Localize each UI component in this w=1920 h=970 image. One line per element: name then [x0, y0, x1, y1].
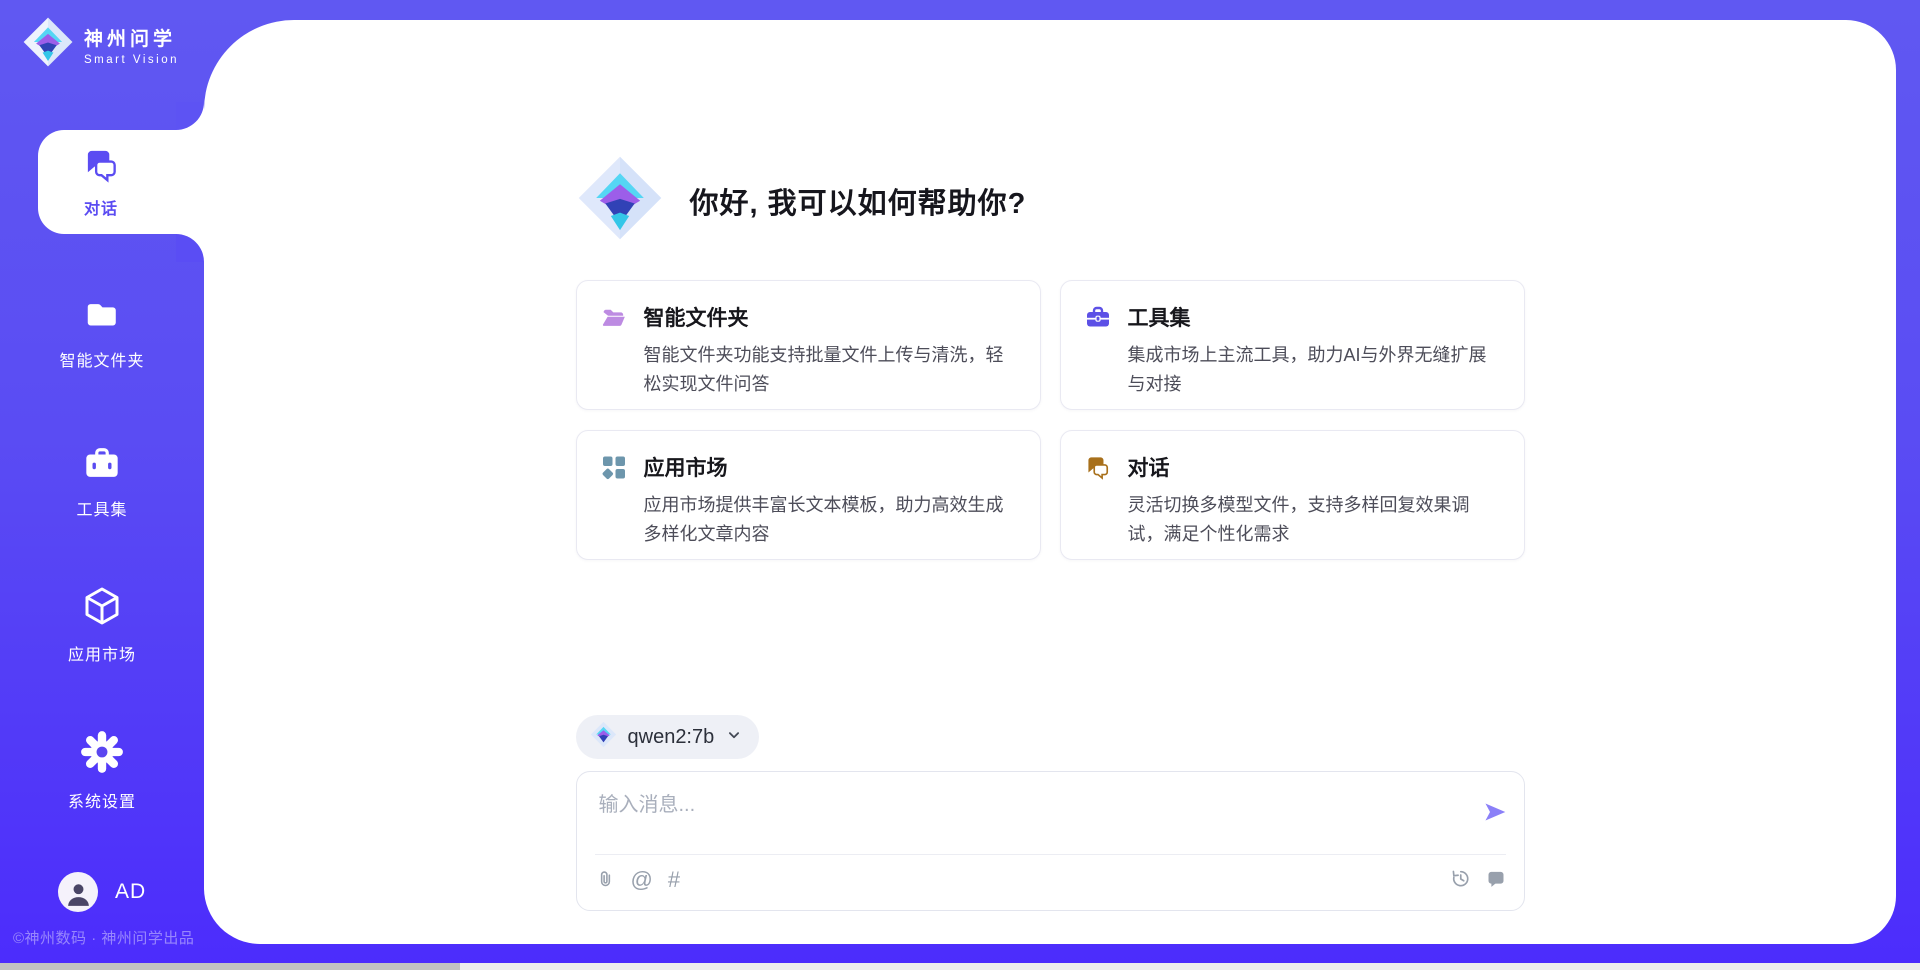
history-icon: [1450, 868, 1471, 892]
cube-icon: [80, 584, 124, 633]
active-tab-fillet-top: [176, 102, 204, 130]
model-name: qwen2:7b: [628, 726, 715, 749]
comment-icon: [1486, 869, 1506, 892]
chat-icon: [1085, 454, 1111, 559]
sidebar: 神州问学 Smart Vision 对话 智能文件夹: [0, 0, 204, 970]
model-selector[interactable]: qwen2:7b: [576, 715, 760, 759]
user-name: AD: [115, 880, 146, 904]
at-icon: @: [631, 867, 653, 892]
sidebar-item-app-market[interactable]: 应用市场: [0, 584, 204, 665]
card-title: 工具集: [1128, 302, 1504, 332]
card-smart-folder[interactable]: 智能文件夹 智能文件夹功能支持批量文件上传与清洗，轻松实现文件问答: [576, 280, 1041, 410]
briefcase-icon: [1085, 304, 1111, 409]
sidebar-item-settings[interactable]: 系统设置: [0, 729, 204, 812]
brand-diamond-icon: [22, 16, 74, 73]
person-icon: [65, 880, 92, 912]
user-profile[interactable]: AD: [58, 872, 146, 912]
card-title: 对话: [1128, 452, 1504, 482]
attach-button[interactable]: [595, 868, 616, 892]
gear-icon: [79, 729, 125, 780]
avatar: [58, 872, 98, 912]
sidebar-item-label: 工具集: [76, 496, 127, 520]
topic-button[interactable]: #: [668, 869, 680, 891]
grid-icon: [601, 454, 627, 559]
sidebar-item-chat[interactable]: 对话: [38, 130, 204, 234]
send-button[interactable]: [1482, 799, 1508, 828]
mention-button[interactable]: @: [631, 869, 653, 891]
card-chat[interactable]: 对话 灵活切换多模型文件，支持多样回复效果调试，满足个性化需求: [1060, 430, 1525, 560]
chat-icon: [83, 146, 120, 188]
chevron-down-icon: [725, 726, 743, 749]
folder-icon: [83, 296, 121, 339]
sidebar-item-label: 应用市场: [68, 641, 136, 665]
brand-name: 神州问学: [84, 24, 179, 51]
hash-icon: #: [668, 867, 680, 892]
sidebar-item-smart-folder[interactable]: 智能文件夹: [0, 296, 204, 371]
briefcase-icon: [82, 445, 122, 488]
model-diamond-icon: [590, 721, 617, 753]
feature-cards: 智能文件夹 智能文件夹功能支持批量文件上传与清洗，轻松实现文件问答 工具集 集成…: [576, 280, 1525, 560]
message-composer: @ #: [576, 771, 1525, 911]
folder-open-icon: [601, 304, 627, 409]
sidebar-item-label: 系统设置: [68, 788, 136, 812]
card-description: 集成市场上主流工具，助力AI与外界无缝扩展与对接: [1128, 341, 1504, 399]
card-title: 应用市场: [644, 452, 1020, 482]
card-title: 智能文件夹: [644, 302, 1020, 332]
sidebar-item-label: 对话: [84, 195, 118, 219]
card-description: 应用市场提供丰富长文本模板，助力高效生成多样化文章内容: [644, 491, 1020, 549]
feedback-button[interactable]: [1486, 869, 1506, 892]
brand-subtitle: Smart Vision: [84, 54, 179, 66]
greeting-title: 你好, 我可以如何帮助你?: [690, 180, 1027, 222]
card-toolset[interactable]: 工具集 集成市场上主流工具，助力AI与外界无缝扩展与对接: [1060, 280, 1525, 410]
card-description: 灵活切换多模型文件，支持多样回复效果调试，满足个性化需求: [1128, 491, 1504, 549]
send-icon: [1482, 813, 1508, 828]
horizontal-scrollbar: [0, 963, 1920, 970]
app-logo: 神州问学 Smart Vision: [22, 16, 179, 73]
history-button[interactable]: [1450, 868, 1471, 892]
horizontal-scrollbar-thumb[interactable]: [0, 963, 460, 970]
sidebar-item-label: 智能文件夹: [59, 347, 144, 371]
brand-diamond-icon: [576, 154, 664, 247]
paperclip-icon: [595, 868, 616, 892]
active-tab-fillet-bottom: [176, 234, 204, 262]
card-description: 智能文件夹功能支持批量文件上传与清洗，轻松实现文件问答: [644, 341, 1020, 399]
main-content: 你好, 我可以如何帮助你? 智能文件夹 智能文件夹功能支持批量文件上传与清洗，轻…: [204, 20, 1896, 944]
composer-toolbar: @ #: [577, 855, 1524, 905]
message-input[interactable]: [599, 788, 1459, 846]
card-app-market[interactable]: 应用市场 应用市场提供丰富长文本模板，助力高效生成多样化文章内容: [576, 430, 1041, 560]
greeting: 你好, 我可以如何帮助你?: [576, 154, 1525, 247]
copyright-footer: ©神州数码 · 神州问学出品: [13, 927, 194, 948]
sidebar-item-toolset[interactable]: 工具集: [0, 445, 204, 520]
